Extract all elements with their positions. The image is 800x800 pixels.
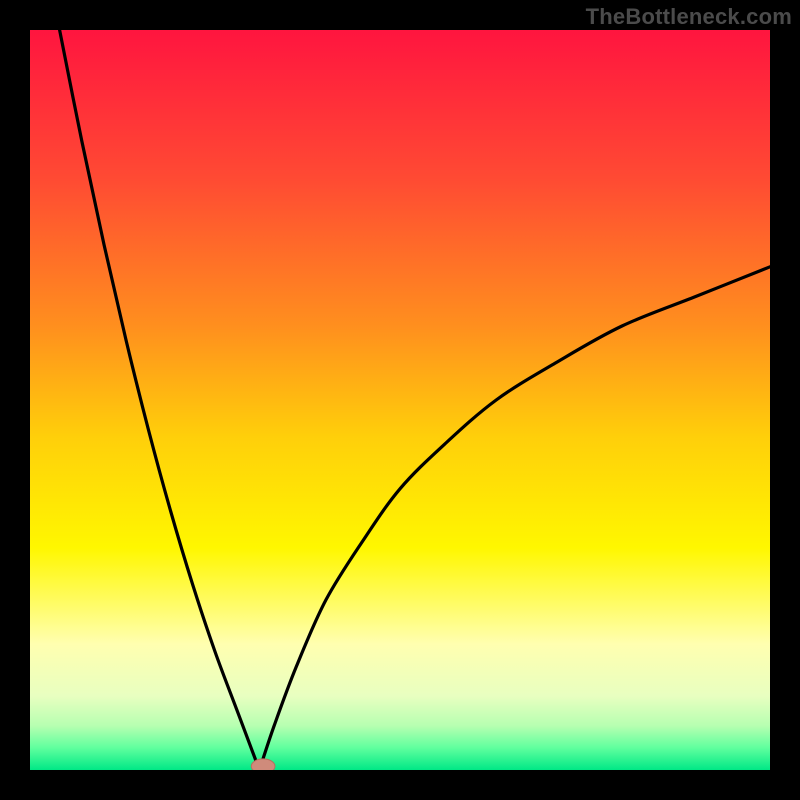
watermark-text: TheBottleneck.com	[586, 4, 792, 30]
chart-frame: TheBottleneck.com	[0, 0, 800, 800]
minimum-marker	[251, 759, 275, 770]
plot-area	[30, 30, 770, 770]
chart-svg	[30, 30, 770, 770]
